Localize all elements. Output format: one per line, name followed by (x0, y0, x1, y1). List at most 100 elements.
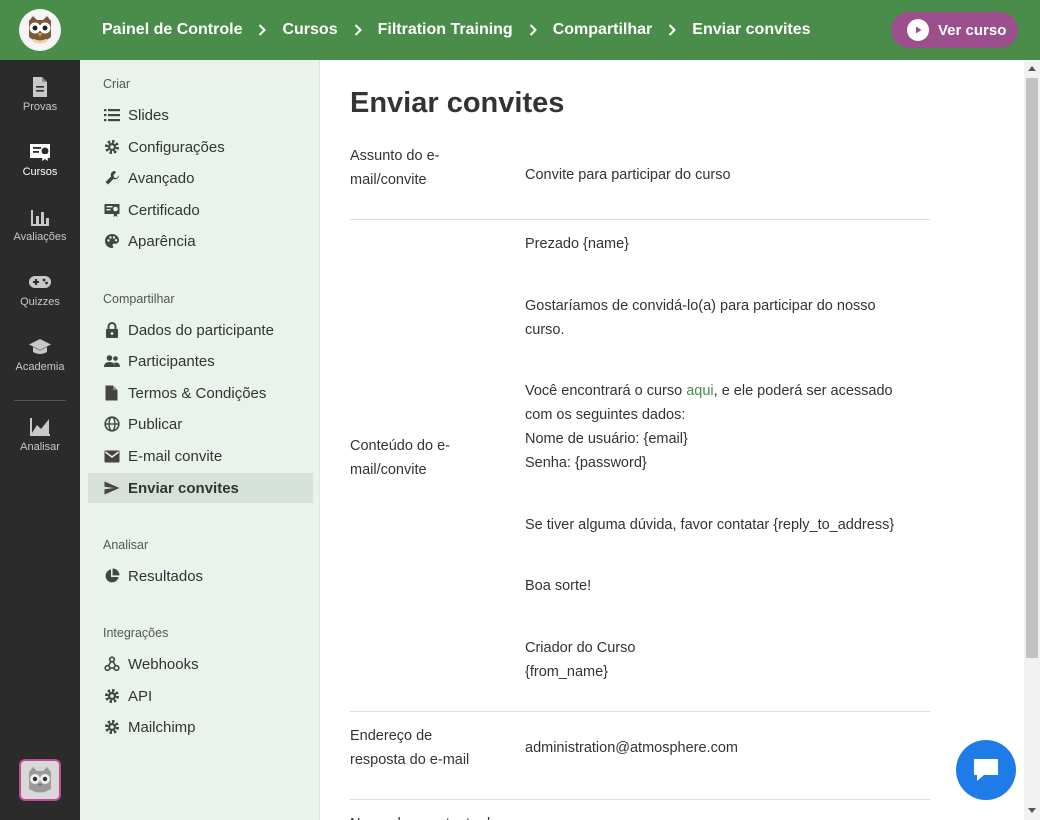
sender-name-label: Nome do remetente do (350, 812, 510, 820)
sidebar-item-label: API (128, 687, 153, 705)
sidebar-item-send-invites[interactable]: Enviar convites (88, 473, 313, 503)
gear-icon (103, 688, 120, 705)
rail-label: Provas (22, 101, 58, 113)
content-username[interactable]: Nome de usuário: {email} (525, 427, 915, 451)
rail-item-academy[interactable]: Academia (0, 336, 80, 392)
chat-button[interactable] (956, 740, 1016, 800)
document-icon (33, 77, 47, 97)
breadcrumb-courses[interactable]: Cursos (282, 21, 337, 39)
sidebar-item-label: Mailchimp (128, 718, 196, 736)
scroll-up-arrow-icon[interactable] (1028, 66, 1036, 71)
lock-icon (103, 322, 120, 339)
breadcrumb-current: Enviar convites (692, 21, 811, 38)
list-icon (103, 107, 120, 124)
sidebar-item-label: Certificado (128, 201, 200, 219)
avatar[interactable] (19, 759, 61, 801)
users-icon (103, 353, 120, 370)
certificate-icon (103, 202, 120, 219)
course-link[interactable]: aqui (686, 383, 713, 399)
certificate-icon (30, 144, 50, 161)
rail-item-analyze[interactable]: Analisar (0, 416, 80, 472)
logo-cell[interactable] (0, 0, 80, 60)
rail-item-evaluations[interactable]: Avaliações (0, 206, 80, 262)
section-header-share: Compartilhar (103, 292, 175, 306)
sidebar-item-label: Termos & Condições (128, 384, 267, 402)
sidebar-item-label: Slides (128, 106, 169, 124)
sidebar-item-label: E-mail convite (128, 447, 223, 465)
section-header-create: Criar (103, 77, 131, 91)
sidebar-item-label: Publicar (128, 415, 183, 433)
webhook-icon (103, 656, 120, 673)
sidebar-item-label: Webhooks (128, 655, 199, 673)
scrollbar-thumb[interactable] (1026, 78, 1038, 658)
owl-logo-icon[interactable] (19, 9, 61, 51)
content-from[interactable]: {from_name} (525, 660, 915, 684)
rail-item-quizzes[interactable]: Quizzes (0, 271, 80, 327)
sidebar-item-label: Avançado (128, 169, 195, 187)
rail-label: Cursos (22, 166, 58, 178)
rail-label: Avaliações (13, 231, 67, 243)
play-icon (907, 19, 929, 41)
content-luck[interactable]: Boa sorte! (525, 574, 915, 598)
gear-icon (103, 719, 120, 736)
chevron-right-icon (258, 24, 267, 36)
sidebar-item-participant-data[interactable]: Dados do participante (88, 315, 313, 345)
sidebar-item-slides[interactable]: Slides (88, 100, 313, 130)
area-chart-icon (30, 418, 50, 436)
rail-item-courses[interactable]: Cursos (0, 141, 80, 197)
section-header-integrations: Integrações (103, 626, 169, 640)
graduation-cap-icon (29, 339, 51, 354)
content-find-prefix: Você encontrará o curso (525, 383, 687, 399)
content-find[interactable]: Você encontrará o curso aqui, e ele pode… (525, 379, 915, 427)
content-questions[interactable]: Se tiver alguma dúvida, favor contatar {… (525, 513, 915, 537)
subject-value[interactable]: Convite para participar do curso (525, 163, 915, 187)
content-signoff[interactable]: Criador do Curso (525, 636, 915, 660)
sidebar-item-terms[interactable]: Termos & Condições (88, 378, 313, 408)
rail-label: Analisar (20, 441, 60, 453)
breadcrumb-share[interactable]: Compartilhar (553, 21, 653, 39)
sidebar-item-results[interactable]: Resultados (88, 561, 313, 591)
sidebar-item-label: Aparência (128, 232, 196, 250)
row-divider (350, 711, 930, 712)
rail-divider (14, 400, 66, 401)
sidebar-item-webhooks[interactable]: Webhooks (88, 649, 313, 679)
rail-label: Academia (15, 361, 65, 373)
owl-avatar-icon (29, 767, 51, 793)
sidebar-item-publish[interactable]: Publicar (88, 409, 313, 439)
content-password[interactable]: Senha: {password} (525, 451, 915, 475)
sidebar-item-certificate[interactable]: Certificado (88, 195, 313, 225)
wrench-icon (103, 170, 120, 187)
breadcrumb: Painel de Controle Cursos Filtration Tra… (102, 0, 811, 60)
rail-item-tests[interactable]: Provas (0, 76, 80, 132)
top-bar: Painel de Controle Cursos Filtration Tra… (0, 0, 1040, 60)
scroll-down-arrow-icon[interactable] (1028, 808, 1036, 813)
breadcrumb-dashboard[interactable]: Painel de Controle (102, 21, 242, 39)
row-divider (350, 219, 930, 220)
content-invite[interactable]: Gostaríamos de convidá-lo(a) para partic… (525, 294, 915, 342)
content-label: Conteúdo do e-mail/convite (350, 438, 450, 478)
sidebar-item-label: Enviar convites (128, 479, 239, 497)
scrollbar[interactable] (1024, 60, 1040, 820)
sidebar-item-api[interactable]: API (88, 681, 313, 711)
sidebar-item-email-invite[interactable]: E-mail convite (88, 441, 313, 471)
content-greeting[interactable]: Prezado {name} (525, 232, 915, 256)
sidebar-item-mailchimp[interactable]: Mailchimp (88, 712, 313, 742)
view-course-button[interactable]: Ver curso (891, 12, 1018, 48)
globe-icon (103, 416, 120, 433)
pie-chart-icon (103, 568, 120, 585)
sidebar-item-settings[interactable]: Configurações (88, 132, 313, 162)
chevron-right-icon (354, 24, 362, 36)
gear-icon (103, 139, 120, 156)
send-icon (103, 480, 120, 497)
breadcrumb-course[interactable]: Filtration Training (378, 21, 513, 39)
chat-bubble-icon (974, 759, 998, 781)
palette-icon (103, 233, 120, 250)
subject-label: Assunto do e-mail/convite (350, 148, 440, 188)
reply-value[interactable]: administration@atmosphere.com (525, 736, 915, 760)
sidebar-item-label: Participantes (128, 352, 215, 370)
sidebar-item-advanced[interactable]: Avançado (88, 163, 313, 193)
view-course-label: Ver curso (938, 21, 1007, 39)
sidebar-item-appearance[interactable]: Aparência (88, 226, 313, 256)
main-content: Enviar convites Assunto do e-mail/convit… (320, 60, 1024, 820)
sidebar-item-participants[interactable]: Participantes (88, 346, 313, 376)
